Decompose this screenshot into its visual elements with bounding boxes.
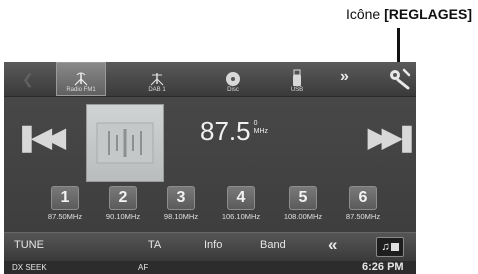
preset-number: 4 [227, 186, 255, 210]
tune-button[interactable]: TUNE [14, 239, 44, 251]
preset-frequency: 87.50MHz [345, 212, 381, 221]
settings-button[interactable] [386, 64, 414, 94]
seek-previous-icon[interactable]: ❚◀◀ [16, 122, 66, 153]
page: Icône [REGLAGES] ❮ Radio FM1 DAB 1 Disc … [0, 0, 478, 274]
head-unit-screen: ❮ Radio FM1 DAB 1 Disc USB » ❚◀◀ 87.5 0 … [4, 62, 416, 274]
radio-art-icon [96, 122, 154, 164]
frequency-small-digit: 0 [253, 120, 258, 127]
preset-frequency: 90.10MHz [105, 212, 141, 221]
preset-frequency: 108.00MHz [283, 212, 323, 221]
band-button[interactable]: Band [260, 239, 286, 251]
source-bar: ❮ Radio FM1 DAB 1 Disc USB » [4, 62, 416, 97]
dab-antenna-icon [150, 73, 164, 86]
audio-mode-button[interactable]: ♫ [376, 237, 404, 257]
preset-frequency: 98.10MHz [163, 212, 199, 221]
music-note-icon: ♫ [381, 241, 390, 253]
preset-button-2[interactable]: 2 90.10MHz [100, 186, 146, 222]
source-tab-label: USB [290, 87, 304, 93]
callout-prefix: Icône [345, 6, 385, 22]
preset-button-1[interactable]: 1 87.50MHz [42, 186, 88, 222]
af-indicator: AF [138, 263, 149, 272]
callout-pointer-line [397, 28, 400, 66]
source-tab-radio-fm1[interactable]: Radio FM1 [56, 62, 106, 96]
preset-number: 6 [349, 186, 377, 210]
frequency-unit-block: 0 MHz [254, 120, 268, 136]
disc-icon [226, 72, 240, 86]
preset-number: 2 [109, 186, 137, 210]
control-bar: TUNE TA Info Band « ♫ [4, 232, 416, 261]
preset-number: 1 [51, 186, 79, 210]
ta-button[interactable]: TA [148, 239, 161, 251]
info-button[interactable]: Info [204, 239, 222, 251]
frequency-value: 87.5 [200, 116, 251, 146]
clock: 6:26 PM [362, 261, 404, 273]
usb-icon [293, 69, 301, 86]
source-tab-label: Radio FM1 [66, 87, 96, 93]
station-art [86, 104, 164, 182]
preset-button-3[interactable]: 3 98.10MHz [158, 186, 204, 222]
preset-button-4[interactable]: 4 106.10MHz [218, 186, 264, 222]
frequency-unit: MHz [253, 128, 268, 135]
preset-number: 5 [289, 186, 317, 210]
callout-bold: [REGLAGES] [384, 6, 472, 22]
preset-number: 3 [167, 186, 195, 210]
source-tab-usb[interactable]: USB [272, 62, 322, 96]
back-arrow-icon[interactable]: ❮ [22, 71, 34, 88]
seek-next-icon[interactable]: ▶▶❚ [368, 122, 416, 153]
preset-button-5[interactable]: 5 108.00MHz [280, 186, 326, 222]
next-page-arrow-icon[interactable]: » [340, 68, 349, 86]
wrench-icon [390, 68, 411, 90]
preset-frequency: 87.50MHz [47, 212, 83, 221]
screen-icon [390, 243, 399, 251]
source-tab-label: Disc [227, 87, 239, 93]
preset-frequency: 106.10MHz [221, 212, 261, 221]
preset-button-6[interactable]: 6 87.50MHz [340, 186, 386, 222]
dx-seek-indicator: DX SEEK [12, 263, 47, 272]
settings-callout-label: Icône [REGLAGES] [346, 6, 472, 22]
collapse-chevron-icon[interactable]: « [328, 235, 337, 255]
source-tab-disc[interactable]: Disc [208, 62, 258, 96]
source-tab-label: DAB 1 [148, 87, 166, 93]
source-tab-dab1[interactable]: DAB 1 [132, 62, 182, 96]
frequency-display: 87.5 0 MHz [200, 116, 268, 147]
radio-antenna-icon [74, 72, 88, 86]
status-bar: DX SEEK AF 6:26 PM [4, 261, 416, 274]
